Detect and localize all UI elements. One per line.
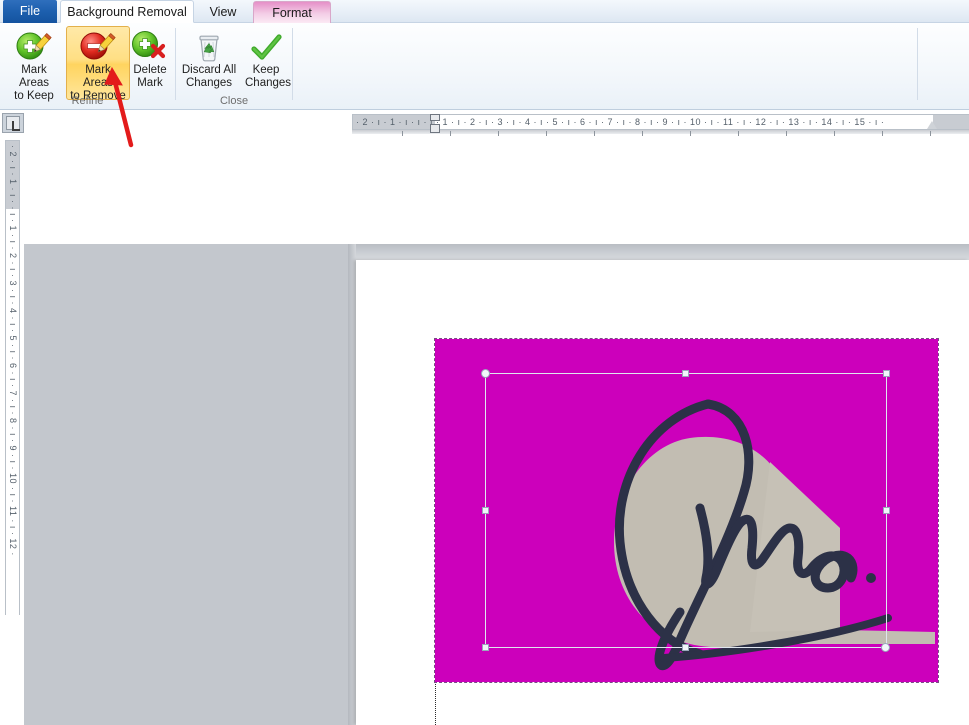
tab-view[interactable]: View bbox=[197, 1, 249, 23]
green-plus-pencil-icon bbox=[3, 30, 65, 64]
mark-areas-to-remove-button[interactable]: Mark Areas to Remove bbox=[66, 26, 130, 102]
recycle-bin-icon bbox=[179, 30, 239, 64]
handle-top-left[interactable] bbox=[481, 369, 490, 378]
keep-changes-label-line2: Changes bbox=[245, 77, 292, 89]
red-minus-pencil-icon bbox=[67, 30, 129, 64]
picture-crop-marquee bbox=[485, 373, 887, 648]
mark-areas-to-remove-label-line1: Mark Areas bbox=[82, 64, 114, 89]
canvas-page-shadow bbox=[348, 244, 356, 725]
right-indent-marker[interactable] bbox=[927, 121, 937, 129]
vertical-ruler[interactable]: · 2 · ı · 1 · ı · · ı · 1 · ı · 2 · ı · … bbox=[5, 140, 20, 615]
ribbon-group-close-label: Close bbox=[219, 95, 249, 107]
green-plus-red-x-icon bbox=[127, 30, 173, 64]
left-tab-stop-icon bbox=[6, 116, 20, 131]
ribbon-group-close: Discard All Changes Keep Changes Close bbox=[176, 23, 292, 109]
discard-all-changes-button[interactable]: Discard All Changes bbox=[178, 26, 240, 100]
handle-middle-right[interactable] bbox=[883, 507, 890, 514]
ribbon-group-refine-label: Refine bbox=[71, 95, 104, 107]
ribbon-group-divider-3 bbox=[917, 28, 918, 100]
vruler-tick-labels: · 2 · ı · 1 · ı · · ı · 1 · ı · 2 · ı · … bbox=[8, 145, 18, 556]
canvas-gray-left bbox=[24, 244, 356, 725]
tab-background-removal[interactable]: Background Removal bbox=[60, 0, 194, 23]
ribbon-group-refine: Mark Areas to Keep Mark Areas to Remove … bbox=[0, 23, 175, 109]
discard-all-changes-label-line1: Discard All bbox=[181, 64, 237, 76]
ribbon-group-divider-2 bbox=[292, 28, 293, 100]
left-indent-marker[interactable] bbox=[430, 124, 440, 133]
handle-bottom-center[interactable] bbox=[682, 644, 689, 651]
delete-mark-button[interactable]: Delete Mark bbox=[126, 26, 174, 100]
first-line-indent-marker[interactable] bbox=[430, 114, 440, 121]
hruler-tab-ticks bbox=[352, 131, 969, 137]
handle-top-center[interactable] bbox=[682, 370, 689, 377]
document-work-area bbox=[0, 110, 969, 725]
keep-changes-button[interactable]: Keep Changes bbox=[242, 26, 292, 100]
delete-mark-label-line2: Mark bbox=[137, 77, 163, 89]
keep-changes-label-line1: Keep bbox=[252, 64, 280, 76]
handle-top-right[interactable] bbox=[883, 370, 890, 377]
mark-areas-to-keep-button[interactable]: Mark Areas to Keep bbox=[2, 26, 66, 102]
ribbon: Mark Areas to Keep Mark Areas to Remove … bbox=[0, 23, 969, 110]
handle-middle-left[interactable] bbox=[482, 507, 489, 514]
tab-format[interactable]: Format bbox=[253, 1, 331, 23]
green-check-icon bbox=[243, 30, 289, 64]
tab-file[interactable]: File bbox=[3, 0, 57, 23]
picture-container[interactable] bbox=[434, 338, 939, 683]
delete-mark-label-line1: Delete bbox=[133, 64, 167, 76]
handle-bottom-right[interactable] bbox=[881, 643, 890, 652]
hruler-right-margin-zone bbox=[933, 115, 969, 129]
tab-stop-selector-button[interactable] bbox=[2, 113, 24, 133]
mark-areas-to-keep-label-line1: Mark Areas bbox=[18, 64, 50, 89]
horizontal-ruler[interactable]: · 2 · ı · 1 · ı · ı · ı · 1 · ı · 2 · ı … bbox=[352, 114, 969, 130]
ribbon-tab-strip: File Background Removal View Format bbox=[0, 0, 969, 23]
discard-all-changes-label-line2: Changes bbox=[185, 77, 233, 89]
handle-bottom-left[interactable] bbox=[482, 644, 489, 651]
